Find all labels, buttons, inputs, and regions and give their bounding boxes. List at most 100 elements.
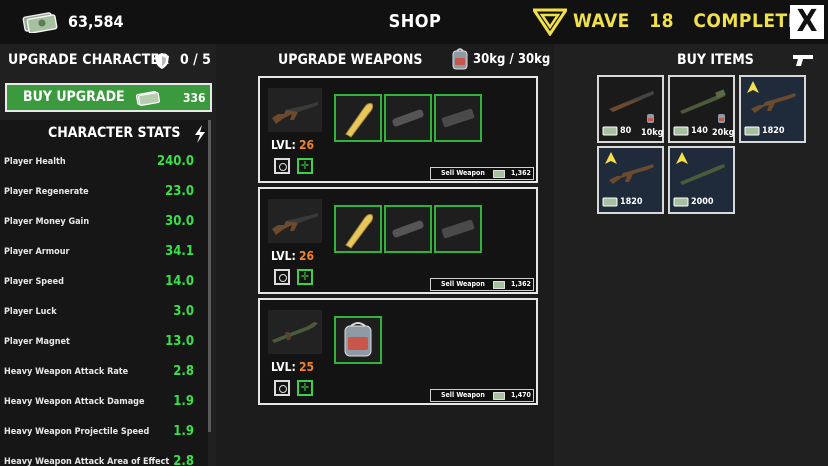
target-icon[interactable] (274, 269, 290, 285)
upgrade-character-title: UPGRADE CHARACTER (8, 52, 170, 68)
backpack-icon (344, 322, 372, 357)
shield-icon (155, 53, 169, 69)
level-label: LVL: (271, 360, 296, 374)
shop-item[interactable]: 80 10kg (597, 75, 664, 143)
money-icon (135, 90, 161, 106)
buy-upgrade-cost: 336 (183, 91, 206, 105)
stat-name: Player Armour (4, 247, 70, 257)
money-icon (673, 126, 689, 136)
shop-item[interactable]: 1820 (597, 146, 664, 214)
upgrade-slot[interactable] (434, 205, 482, 253)
upgrade-slot[interactable] (384, 94, 432, 142)
stat-row: Heavy Weapon Attack Rate 2.8 (4, 364, 194, 384)
target-icon[interactable] (274, 158, 290, 174)
weapon-card[interactable]: LVL: 25 ✛ Sell Weapon 1,470 (258, 298, 538, 405)
item-price: 1820 (762, 126, 785, 136)
stat-value: 240.0 (157, 154, 194, 169)
money-icon (673, 197, 689, 207)
stat-row: Player Armour 34.1 (4, 244, 194, 264)
level-value: 25 (299, 360, 315, 374)
money-icon (493, 281, 505, 289)
character-stats-panel[interactable]: CHARACTER STATS Player Health 240.0 Playe… (0, 120, 208, 466)
wave-complete-label: COMPLETE (693, 10, 800, 32)
level-value: 26 (299, 249, 315, 263)
backpack-icon (647, 114, 654, 123)
sell-weapon-button[interactable]: Sell Weapon 1,362 (430, 167, 534, 180)
stat-row: Player Health 240.0 (4, 154, 194, 174)
buy-upgrade-button[interactable]: BUY UPGRADE 336 (5, 83, 212, 112)
stat-value: 14.0 (165, 274, 194, 289)
money-icon (744, 126, 760, 136)
stat-name: Player Health (4, 157, 66, 167)
top-bar: 63,584 SHOP WAVE 18 COMPLETE X (0, 0, 828, 44)
bullet-icon (345, 103, 374, 138)
weapon-card[interactable]: LVL: 26 ✛ Sell Weapon 1,362 (258, 187, 538, 294)
scope-icon (392, 220, 424, 238)
sell-price: 1,362 (511, 169, 531, 177)
target-icon[interactable] (274, 380, 290, 396)
backpack-icon (452, 48, 468, 70)
sell-weapon-button[interactable]: Sell Weapon 1,470 (430, 389, 534, 402)
machine-gun-icon (609, 164, 654, 184)
stat-value: 30.0 (165, 214, 194, 229)
weight-capacity: 30kg / 30kg (473, 52, 551, 67)
close-button[interactable]: X (790, 5, 824, 39)
stat-value: 2.8 (173, 364, 194, 379)
stat-row: Heavy Weapon Attack Area of Effect 2.8 (4, 454, 194, 466)
upgrade-slot[interactable] (334, 205, 382, 253)
rocket-launcher-icon (680, 164, 725, 185)
weapon-card[interactable]: LVL: 26 ✛ Sell Weapon 1,362 (258, 76, 538, 183)
sell-label: Sell Weapon (441, 391, 485, 399)
stat-row: Player Money Gain 30.0 (4, 214, 194, 234)
crosshair-icon[interactable]: ✛ (297, 269, 313, 285)
level-label: LVL: (271, 138, 296, 152)
stat-name: Player Regenerate (4, 187, 89, 197)
stat-value: 34.1 (165, 244, 194, 259)
upgrade-weapons-title: UPGRADE WEAPONS (278, 52, 423, 68)
money-icon (493, 392, 505, 400)
upgrade-slot[interactable] (434, 94, 482, 142)
stat-row: Heavy Weapon Projectile Speed 1.9 (4, 424, 194, 444)
shop-item[interactable]: 2000 (668, 146, 735, 214)
character-stats-title: CHARACTER STATS (48, 125, 181, 141)
stat-row: Heavy Weapon Attack Damage 1.9 (4, 394, 194, 414)
magazine-icon (441, 108, 475, 128)
stat-row: Player Regenerate 23.0 (4, 184, 194, 204)
money-icon (602, 126, 618, 136)
item-weight: 10kg (641, 128, 664, 138)
sell-label: Sell Weapon (441, 169, 485, 177)
crosshair-icon[interactable]: ✛ (297, 380, 313, 396)
level-value: 26 (299, 138, 315, 152)
money-icon (493, 170, 505, 178)
upgrade-count: 0 / 5 (180, 52, 211, 68)
upgrade-slot[interactable] (334, 316, 382, 364)
stats-scrollbar[interactable] (208, 120, 211, 432)
character-panel: UPGRADE CHARACTER 0 / 5 BUY UPGRADE 336 … (0, 44, 216, 466)
level-label: LVL: (271, 249, 296, 263)
item-price: 80 (620, 126, 632, 136)
stat-name: Player Speed (4, 277, 64, 287)
wave-number: 18 (649, 10, 674, 32)
buy-items-title: BUY ITEMS (677, 52, 754, 68)
machine-gun-image (268, 199, 322, 243)
machine-gun-icon (751, 93, 796, 113)
rocket-launcher-image (268, 310, 322, 354)
shop-item[interactable]: 1820 (739, 75, 806, 143)
money-counter: 63,584 (68, 12, 124, 31)
item-price: 1820 (620, 197, 643, 207)
pistol-icon (793, 55, 813, 66)
shop-item[interactable]: 140 20kg (668, 75, 735, 143)
backpack-icon (718, 114, 725, 123)
page-title: SHOP (388, 11, 442, 32)
stat-name: Heavy Weapon Attack Damage (4, 397, 145, 407)
stat-value: 23.0 (165, 184, 194, 199)
stat-value: 2.8 (173, 454, 194, 466)
upgrade-slot[interactable] (334, 94, 382, 142)
stat-row: Player Magnet 13.0 (4, 334, 194, 354)
item-price: 140 (691, 126, 708, 136)
stat-row: Player Speed 14.0 (4, 274, 194, 294)
lightning-icon (195, 125, 205, 143)
sell-weapon-button[interactable]: Sell Weapon 1,362 (430, 278, 534, 291)
upgrade-slot[interactable] (384, 205, 432, 253)
crosshair-icon[interactable]: ✛ (297, 158, 313, 174)
